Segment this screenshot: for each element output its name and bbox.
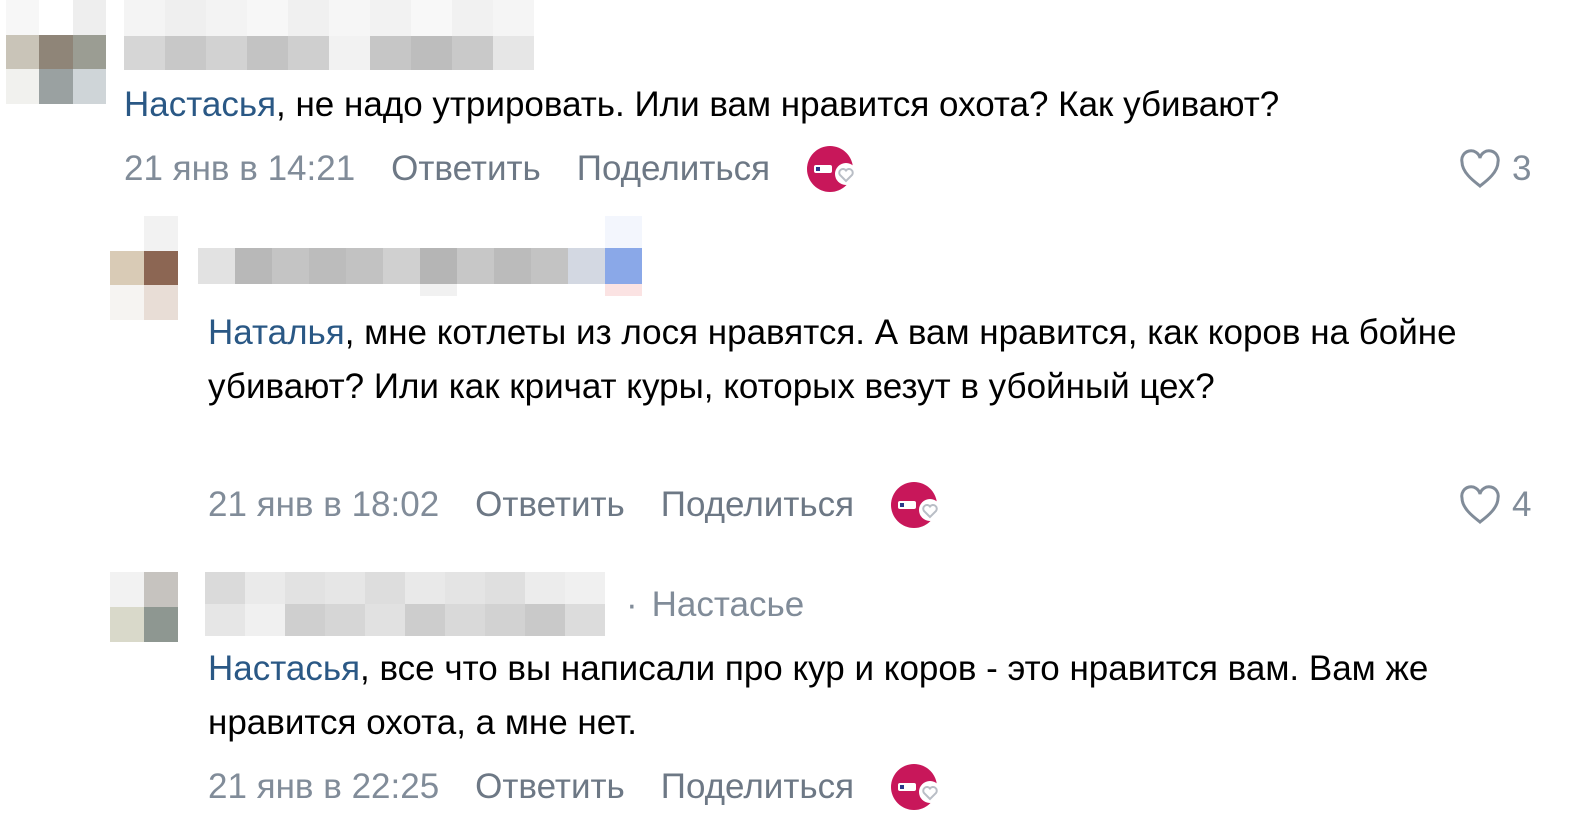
- separator-dot: ·: [626, 585, 638, 624]
- like-count: 4: [1512, 485, 1532, 524]
- share-button[interactable]: Поделиться: [577, 149, 770, 189]
- author-name-pixelated: [124, 36, 534, 70]
- heart-outline-icon: [1460, 149, 1500, 189]
- comment-text: Настасья, все что вы написали про кур и …: [208, 642, 1548, 750]
- reply-button[interactable]: Ответить: [475, 485, 625, 525]
- author-name-pixelated: [198, 284, 642, 296]
- comment-body: , мне котлеты из лося нравятся. А вам нр…: [208, 313, 1457, 406]
- mention-link[interactable]: Настасья: [208, 649, 360, 688]
- reaction-badge-icon[interactable]: [890, 762, 946, 812]
- comment-meta: 21 янв в 18:02 Ответить Поделиться: [208, 480, 946, 530]
- comment-date[interactable]: 21 янв в 22:25: [208, 767, 439, 807]
- comment-date[interactable]: 21 янв в 18:02: [208, 485, 439, 525]
- avatar[interactable]: [110, 572, 178, 642]
- comment-text: Наталья, мне котлеты из лося нравятся. А…: [208, 306, 1548, 414]
- share-button[interactable]: Поделиться: [661, 485, 854, 525]
- author-name[interactable]: [124, 0, 534, 36]
- comment-meta: 21 янв в 14:21 Ответить Поделиться: [124, 144, 862, 194]
- reaction-badge-icon[interactable]: [890, 480, 946, 530]
- like-button[interactable]: 3: [1458, 144, 1531, 194]
- avatar[interactable]: [110, 216, 178, 320]
- comment-date[interactable]: 21 янв в 14:21: [124, 149, 355, 189]
- comment-body: , все что вы написали про кур и коров - …: [208, 649, 1429, 742]
- author-name[interactable]: [205, 572, 605, 604]
- author-name-pixelated: [205, 604, 605, 636]
- reply-to[interactable]: · Настасье: [626, 584, 804, 626]
- share-button[interactable]: Поделиться: [661, 767, 854, 807]
- heart-outline-icon: [1460, 485, 1500, 525]
- author-name[interactable]: [198, 248, 642, 284]
- avatar[interactable]: [6, 0, 106, 104]
- reply-button[interactable]: Ответить: [391, 149, 541, 189]
- mention-link[interactable]: Настасья: [124, 85, 276, 124]
- reply-to-name[interactable]: Настасье: [652, 585, 805, 624]
- comment-meta: 21 янв в 22:25 Ответить Поделиться: [208, 762, 946, 812]
- comment-body: , не надо утрировать. Или вам нравится о…: [276, 85, 1280, 124]
- reaction-badge-icon[interactable]: [806, 144, 862, 194]
- reply-button[interactable]: Ответить: [475, 767, 625, 807]
- like-button[interactable]: 4: [1458, 480, 1531, 530]
- comment-text: Настасья, не надо утрировать. Или вам нр…: [124, 78, 1554, 132]
- mention-link[interactable]: Наталья: [208, 313, 345, 352]
- like-count: 3: [1512, 149, 1532, 188]
- author-name-pixelated: [198, 216, 642, 248]
